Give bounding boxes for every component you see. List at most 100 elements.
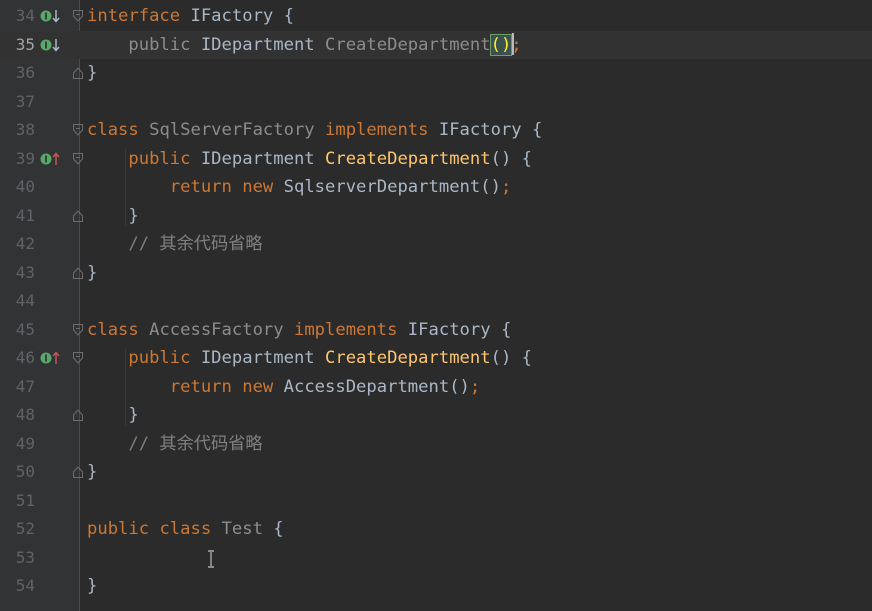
code-token: } <box>87 405 139 425</box>
fold-close-icon[interactable] <box>73 466 83 478</box>
code-token: public <box>87 34 201 55</box>
line-number[interactable]: 41 <box>0 202 35 231</box>
fold-open-icon[interactable] <box>73 10 83 22</box>
code-line[interactable]: 44 <box>0 287 872 316</box>
code-text[interactable]: public IDepartment CreateDepartment() { <box>87 145 532 174</box>
code-token: } <box>87 576 98 596</box>
code-token: IFactory <box>190 6 284 26</box>
code-text[interactable]: interface IFactory { <box>87 2 294 31</box>
code-line[interactable]: 47 return new AccessDepartment(); <box>0 373 872 402</box>
code-line[interactable]: 34 interface IFactory { <box>0 2 872 31</box>
line-number[interactable]: 53 <box>0 544 35 573</box>
code-text[interactable]: return new AccessDepartment(); <box>87 373 480 402</box>
code-text[interactable]: } <box>87 59 97 88</box>
line-number[interactable]: 40 <box>0 173 35 202</box>
fold-open-icon[interactable] <box>73 352 83 364</box>
code-line[interactable]: 54} <box>0 572 872 601</box>
code-token: class <box>159 519 222 539</box>
line-number[interactable]: 48 <box>0 401 35 430</box>
line-number[interactable]: 51 <box>0 487 35 516</box>
code-text[interactable]: public IDepartment CreateDepartment() { <box>87 344 532 373</box>
code-line[interactable]: 51 <box>0 487 872 516</box>
code-line[interactable]: 37 <box>0 88 872 117</box>
line-number[interactable]: 45 <box>0 316 35 345</box>
code-line[interactable]: 39 public IDepartment CreateDepartment()… <box>0 145 872 174</box>
implemented-down-icon[interactable] <box>40 38 62 52</box>
code-token: { <box>273 519 284 539</box>
code-line[interactable]: 48 } <box>0 401 872 430</box>
code-token: } <box>87 63 98 83</box>
code-token: AccessFactory <box>149 319 294 340</box>
code-token: SqlServerFactory <box>149 120 326 140</box>
line-number[interactable]: 49 <box>0 430 35 459</box>
line-number[interactable]: 43 <box>0 259 35 288</box>
code-line[interactable]: 36} <box>0 59 872 88</box>
code-text[interactable]: public class Test { <box>87 515 284 544</box>
code-token: new <box>242 376 284 397</box>
fold-close-icon[interactable] <box>73 67 83 79</box>
code-text[interactable]: class SqlServerFactory implements IFacto… <box>87 116 542 145</box>
code-token: () { <box>490 148 532 169</box>
fold-close-icon[interactable] <box>73 266 83 279</box>
code-line[interactable]: 46 public IDepartment CreateDepartment()… <box>0 344 872 373</box>
code-text[interactable]: } <box>87 572 97 601</box>
line-number[interactable]: 47 <box>0 373 35 402</box>
code-token: interface <box>87 6 191 26</box>
fold-open-icon[interactable] <box>73 152 83 165</box>
code-text[interactable]: class AccessFactory implements IFactory … <box>87 316 511 345</box>
fold-close-icon[interactable] <box>73 409 83 421</box>
code-line[interactable]: 49 // 其余代码省略 <box>0 430 872 459</box>
fold-open-icon[interactable] <box>73 124 83 136</box>
code-token: return <box>87 177 243 197</box>
line-number[interactable]: 42 <box>0 230 35 259</box>
line-number[interactable]: 50 <box>0 458 35 487</box>
line-number[interactable]: 52 <box>0 515 35 544</box>
implements-up-icon[interactable] <box>40 351 62 365</box>
code-token: { <box>283 6 294 26</box>
code-token: CreateDepartment <box>325 148 491 169</box>
code-text[interactable]: // 其余代码省略 <box>87 430 262 459</box>
code-line[interactable]: 52 public class Test { <box>0 515 872 544</box>
line-number[interactable]: 46 <box>0 344 35 373</box>
code-line[interactable]: 40 return new SqlserverDepartment(); <box>0 173 872 202</box>
code-line[interactable]: 50} <box>0 458 872 487</box>
code-line[interactable]: 53 <box>0 544 872 573</box>
code-token: } <box>87 205 139 226</box>
code-line[interactable]: 45 class AccessFactory implements IFactor… <box>0 316 872 345</box>
code-token: () <box>489 33 513 56</box>
code-token: return <box>87 376 243 397</box>
code-line[interactable]: 43} <box>0 259 872 288</box>
line-number[interactable]: 35 <box>0 31 35 60</box>
ibeam-cursor-icon <box>208 550 214 568</box>
code-line[interactable]: 41 } <box>0 202 872 231</box>
code-text[interactable]: // 其余代码省略 <box>87 230 262 259</box>
code-token: new <box>242 177 284 197</box>
code-text[interactable]: return new SqlserverDepartment(); <box>87 173 512 202</box>
code-text[interactable]: } <box>87 401 139 430</box>
line-number[interactable]: 54 <box>0 572 35 601</box>
implemented-down-icon[interactable] <box>40 9 62 23</box>
code-text[interactable]: } <box>87 259 97 288</box>
line-number[interactable]: 39 <box>0 145 35 174</box>
code-line[interactable]: 38 class SqlServerFactory implements IFac… <box>0 116 872 145</box>
line-number[interactable]: 36 <box>0 59 35 88</box>
code-text[interactable]: public IDepartment CreateDepartment(); <box>87 31 522 60</box>
code-token: implements <box>293 319 408 340</box>
code-line[interactable]: 35 public IDepartment CreateDepartment()… <box>0 30 872 60</box>
fold-close-icon[interactable] <box>73 209 83 222</box>
indent-guide <box>125 348 126 426</box>
fold-open-icon[interactable] <box>73 323 83 336</box>
line-number[interactable]: 38 <box>0 116 35 145</box>
code-editor[interactable]: 34 interface IFactory {35 public IDepartm… <box>0 0 872 611</box>
implements-up-icon[interactable] <box>40 151 62 166</box>
code-text[interactable]: } <box>87 202 139 231</box>
line-number[interactable]: 44 <box>0 287 35 316</box>
line-number[interactable]: 37 <box>0 88 35 117</box>
line-number[interactable]: 34 <box>0 2 35 31</box>
code-text[interactable]: } <box>87 458 97 487</box>
code-token: () { <box>490 348 532 368</box>
code-token: implements <box>325 120 439 140</box>
code-line[interactable]: 42 // 其余代码省略 <box>0 230 872 259</box>
code-token: Test <box>221 519 274 539</box>
code-token: IFactory <box>407 319 501 340</box>
